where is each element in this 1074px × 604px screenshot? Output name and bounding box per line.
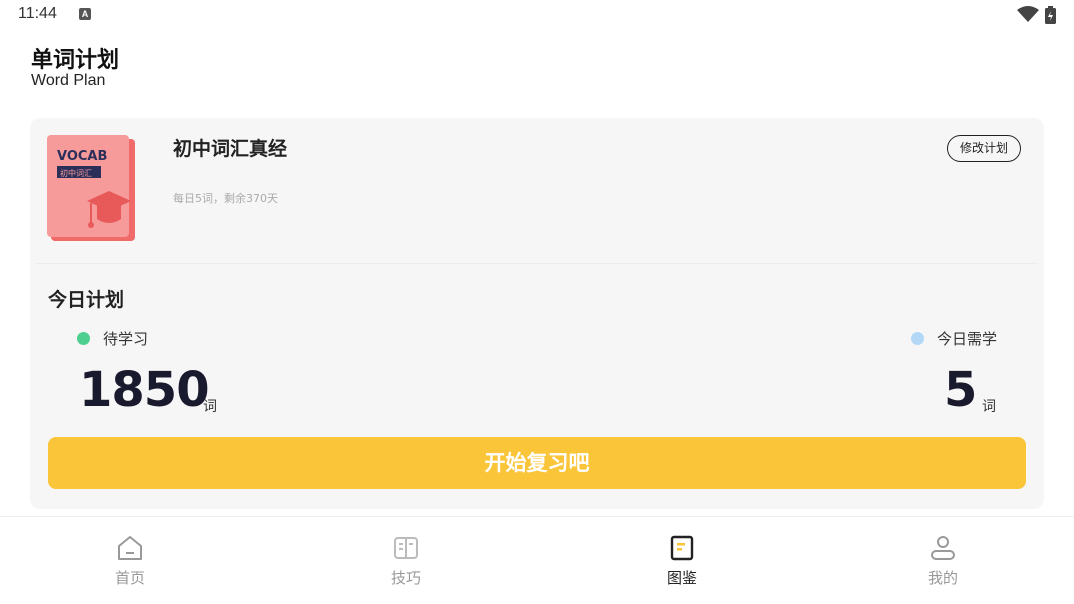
page-title: 单词计划 bbox=[31, 48, 120, 73]
nav-item-profile[interactable]: 我的 bbox=[883, 517, 1003, 604]
book-open-icon bbox=[394, 537, 418, 559]
nav-item-home[interactable]: 首页 bbox=[70, 517, 190, 604]
status-time: 11:44 bbox=[18, 5, 57, 22]
wifi-icon bbox=[1017, 6, 1039, 22]
book-meta: 每日5词，剩余370天 bbox=[173, 192, 278, 205]
pending-dot-icon bbox=[77, 332, 90, 345]
today-plan-title: 今日计划 bbox=[48, 289, 125, 311]
nav-label-catalog: 图鉴 bbox=[666, 569, 697, 587]
cover-tag-text: 初中词汇 bbox=[60, 168, 92, 178]
pending-unit: 词 bbox=[203, 399, 217, 415]
needed-dot-icon bbox=[911, 332, 924, 345]
a-icon: A bbox=[79, 8, 91, 20]
nav-label-home: 首页 bbox=[114, 569, 145, 587]
modify-plan-button[interactable]: 修改计划 bbox=[947, 135, 1021, 162]
status-bar: 11:44 A bbox=[0, 0, 1074, 30]
page-subtitle: Word Plan bbox=[31, 72, 106, 89]
pending-value: 1850 bbox=[79, 362, 210, 418]
book-cover[interactable]: VOCAB 初中词汇 bbox=[47, 135, 135, 241]
nav-item-catalog[interactable]: 图鉴 bbox=[622, 517, 742, 604]
needed-unit: 词 bbox=[982, 399, 996, 415]
profile-icon bbox=[931, 536, 955, 560]
plan-card: VOCAB 初中词汇 初中词汇真经 每日5词，剩余370天 修改计划 今日计划 … bbox=[30, 118, 1044, 509]
cover-brand-text: VOCAB bbox=[57, 149, 107, 164]
catalog-icon bbox=[670, 535, 694, 561]
nav-item-tips[interactable]: 技巧 bbox=[346, 517, 466, 604]
needed-value: 5 bbox=[944, 362, 977, 418]
start-review-button[interactable]: 开始复习吧 bbox=[48, 437, 1026, 489]
nav-label-tips: 技巧 bbox=[390, 569, 421, 587]
pending-label: 待学习 bbox=[103, 330, 149, 348]
book-title: 初中词汇真经 bbox=[173, 138, 288, 160]
battery-icon bbox=[1045, 6, 1056, 24]
divider bbox=[36, 263, 1038, 264]
home-icon bbox=[118, 536, 142, 560]
nav-label-profile: 我的 bbox=[927, 569, 958, 587]
needed-label: 今日需学 bbox=[937, 330, 998, 348]
bottom-nav: 首页 技巧 图鉴 我的 bbox=[0, 516, 1074, 604]
